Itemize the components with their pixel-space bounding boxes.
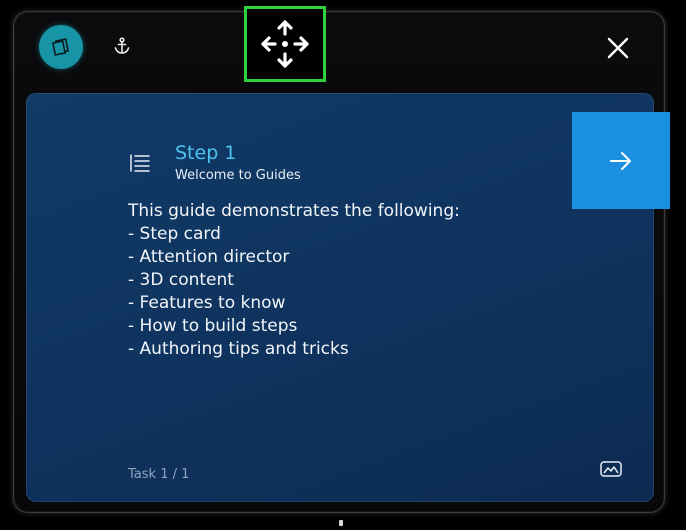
pin-button[interactable] [39,25,83,69]
close-button[interactable] [600,30,636,66]
media-gallery-button[interactable] [598,458,624,480]
anchor-icon [114,37,130,54]
instruction-line: - How to build steps [128,316,298,336]
step-subtitle: Welcome to Guides [175,168,301,183]
instruction-line: - Features to know [128,293,286,313]
resize-handle-icon[interactable] [337,519,345,527]
next-step-button[interactable] [572,112,670,209]
instruction-line: - Step card [128,224,221,244]
anchor-button[interactable] [108,32,136,60]
instruction-line: This guide demonstrates the following: [128,201,460,221]
media-gallery-icon [600,461,622,477]
step-instructions: This guide demonstrates the following: -… [128,200,548,361]
instruction-line: - 3D content [128,270,234,290]
step-list-icon [130,154,150,172]
step-title: Step 1 [175,142,237,164]
task-counter: Task 1 / 1 [128,467,190,482]
step-list-button[interactable] [128,152,152,174]
move-handle-button[interactable] [244,6,326,82]
arrow-right-icon [610,151,631,170]
instruction-line: - Authoring tips and tricks [128,339,349,359]
instruction-line: - Attention director [128,247,290,267]
close-icon [607,37,629,59]
move-arrows-icon [261,20,309,68]
guides-window: Step 1 Welcome to Guides This guide demo… [0,0,686,530]
pin-window-icon [51,38,70,56]
